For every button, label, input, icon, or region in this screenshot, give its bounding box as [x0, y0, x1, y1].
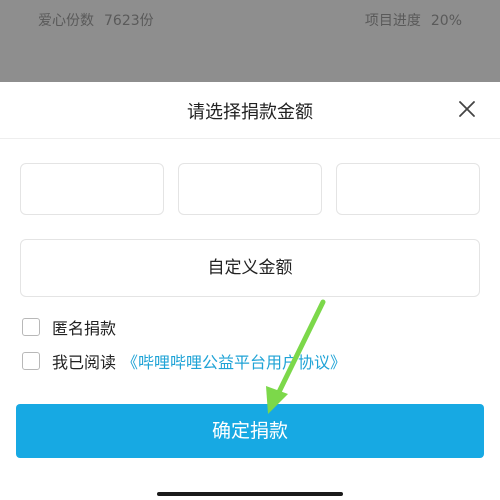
love-count-stat: 爱心份数 7623份 [38, 10, 154, 30]
home-indicator [157, 492, 343, 496]
project-progress-label: 项目进度 [364, 13, 421, 29]
agreement-checkbox[interactable] [22, 352, 40, 370]
close-icon [459, 101, 475, 117]
love-count-label: 爱心份数 [38, 13, 94, 29]
confirm-donation-button[interactable]: 确定捐款 [16, 404, 484, 458]
agreement-prefix: 我已阅读 [52, 353, 117, 372]
love-count-value: 7623份 [104, 13, 154, 29]
amount-option-3[interactable] [336, 163, 480, 215]
amount-option-1[interactable] [20, 163, 164, 215]
anonymous-checkbox[interactable] [22, 318, 40, 336]
sheet-header: 请选择捐款金额 [0, 82, 500, 139]
sheet-title: 请选择捐款金额 [187, 102, 313, 123]
close-button[interactable] [456, 98, 478, 120]
amount-options [20, 163, 480, 217]
screen: 爱心份数 7623份 项目进度 20% 请选择捐款金额 自定义金额 匿名捐款 我… [0, 0, 500, 500]
dimmed-background[interactable]: 爱心份数 7623份 项目进度 20% [0, 0, 500, 82]
donation-sheet: 请选择捐款金额 自定义金额 匿名捐款 我已阅读 《哔哩哔哩公益平台用户协议》 确… [0, 82, 500, 500]
amount-option-2[interactable] [178, 163, 322, 215]
custom-amount-button[interactable]: 自定义金额 [20, 239, 480, 297]
anonymous-row: 匿名捐款 [22, 316, 116, 338]
project-progress-stat: 项目进度 20% [365, 10, 462, 30]
agreement-row: 我已阅读 《哔哩哔哩公益平台用户协议》 [22, 350, 346, 372]
anonymous-label: 匿名捐款 [52, 319, 117, 338]
agreement-link[interactable]: 《哔哩哔哩公益平台用户协议》 [122, 349, 346, 373]
project-progress-value: 20% [430, 13, 462, 29]
